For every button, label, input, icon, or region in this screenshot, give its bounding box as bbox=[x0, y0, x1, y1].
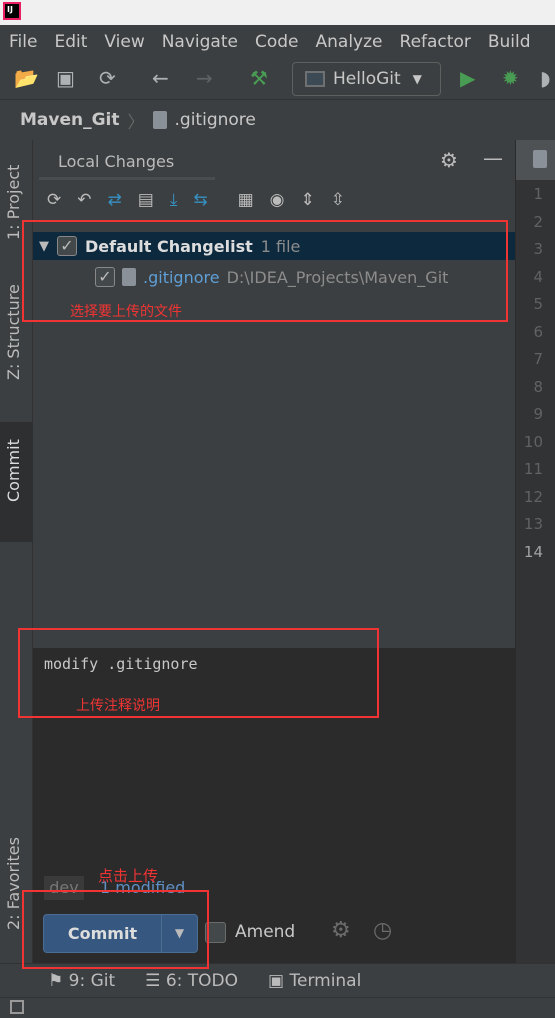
menu-analyze[interactable]: Analyze bbox=[316, 32, 383, 52]
annotation-message-note: 上传注释说明 bbox=[76, 698, 160, 714]
menu-code[interactable]: Code bbox=[255, 32, 299, 52]
shelve-icon[interactable]: ▤ bbox=[138, 190, 154, 210]
run-config-label: HelloGit bbox=[333, 69, 401, 89]
build-hammer-icon[interactable]: ⚒ bbox=[250, 66, 268, 90]
tab-project[interactable]: 1: Project bbox=[4, 165, 23, 240]
ignored-file-icon bbox=[152, 111, 167, 129]
back-arrow-icon[interactable]: ← bbox=[152, 66, 169, 90]
update-icon[interactable]: ⤓ bbox=[170, 190, 178, 210]
breadcrumb-project[interactable]: Maven_Git bbox=[20, 110, 120, 130]
amend-label: Amend bbox=[235, 922, 296, 942]
menu-refactor[interactable]: Refactor bbox=[400, 32, 471, 52]
tab-terminal[interactable]: ▣ Terminal bbox=[268, 971, 361, 991]
application-icon bbox=[305, 71, 325, 87]
line-number: 1 bbox=[533, 185, 543, 203]
tab-structure[interactable]: Z: Structure bbox=[4, 284, 23, 380]
history-clock-icon[interactable]: ◷ bbox=[373, 918, 392, 943]
annotation-click-commit: 点击上传 bbox=[98, 867, 159, 885]
annotation-box-message bbox=[18, 628, 379, 718]
coverage-shield-icon[interactable]: ◗ bbox=[540, 66, 551, 90]
group-by-icon[interactable]: ▦ bbox=[238, 190, 254, 210]
intellij-logo-icon: IJ bbox=[3, 2, 21, 20]
line-number: 13 bbox=[523, 515, 543, 533]
forward-arrow-icon[interactable]: → bbox=[196, 66, 213, 90]
line-number: 8 bbox=[533, 377, 543, 396]
debug-bug-icon[interactable]: ✹ bbox=[502, 66, 519, 90]
chevron-down-icon: ▼ bbox=[412, 72, 422, 86]
tab-todo[interactable]: ☰ 6: TODO bbox=[145, 971, 238, 991]
line-number: 9 bbox=[533, 405, 543, 423]
rollback-icon[interactable]: ↶ bbox=[77, 190, 91, 210]
sync-icon[interactable]: ⟳ bbox=[99, 66, 116, 90]
terminal-icon: ▣ bbox=[268, 970, 290, 991]
line-number: 3 bbox=[533, 240, 543, 258]
menu-navigate[interactable]: Navigate bbox=[162, 32, 238, 52]
list-icon: ☰ bbox=[145, 970, 166, 991]
tab-commit-active[interactable]: Commit bbox=[0, 422, 33, 542]
run-icon[interactable]: ▶ bbox=[460, 66, 475, 90]
tab-git-label: 9: Git bbox=[68, 970, 116, 991]
breadcrumb-file[interactable]: .gitignore bbox=[175, 110, 256, 130]
menu-edit[interactable]: Edit bbox=[54, 32, 87, 52]
tab-terminal-label: Terminal bbox=[289, 970, 362, 991]
editor-gutter: 1 2 3 4 5 6 7 8 9 10 11 12 13 14 bbox=[515, 140, 555, 963]
save-icon[interactable]: ▣ bbox=[56, 66, 75, 90]
view-options-eye-icon[interactable]: ◉ bbox=[270, 190, 285, 210]
line-number: 6 bbox=[533, 322, 543, 341]
status-bar bbox=[0, 997, 555, 1018]
toggle-tool-windows-icon[interactable] bbox=[10, 1000, 24, 1014]
expand-all-icon[interactable]: ⇕ bbox=[300, 190, 314, 210]
line-number: 11 bbox=[523, 460, 543, 478]
open-folder-icon[interactable]: 📂 bbox=[14, 66, 39, 90]
merge-icon[interactable]: ⇆ bbox=[193, 190, 207, 210]
gear-icon[interactable]: ⚙ bbox=[440, 148, 458, 172]
line-number: 7 bbox=[533, 350, 543, 368]
line-number: 4 bbox=[533, 267, 543, 286]
minimize-icon[interactable]: — bbox=[483, 146, 503, 170]
refresh-icon[interactable]: ⟳ bbox=[47, 190, 61, 210]
main-toolbar: 📂 ▣ ⟳ ← → ⚒ ▶ ✹ ◗ bbox=[0, 58, 555, 100]
annotation-select-files: 选择要上传的文件 bbox=[70, 304, 182, 320]
menu-view[interactable]: View bbox=[104, 32, 144, 52]
collapse-all-icon[interactable]: ⇳ bbox=[331, 190, 345, 210]
chevron-right-icon: 〉 bbox=[127, 112, 145, 133]
git-branch-icon: ⚑ bbox=[48, 970, 69, 991]
menu-bar: File Edit View Navigate Code Analyze Ref… bbox=[0, 25, 555, 58]
tab-commit[interactable]: Commit bbox=[4, 439, 23, 502]
tab-todo-label: 6: TODO bbox=[165, 970, 239, 991]
breadcrumb: Maven_Git 〉 .gitignore bbox=[0, 100, 555, 140]
tab-git[interactable]: ⚑ 9: Git bbox=[48, 971, 115, 991]
tab-local-changes[interactable]: Local Changes bbox=[39, 140, 215, 180]
diff-icon[interactable]: ⇄ bbox=[108, 190, 122, 210]
gear-icon[interactable]: ⚙ bbox=[331, 918, 351, 943]
line-number: 14 bbox=[523, 542, 543, 561]
ignored-file-icon bbox=[533, 150, 547, 168]
line-number: 10 bbox=[523, 432, 543, 451]
run-configuration-select[interactable]: HelloGit ▼ bbox=[292, 62, 441, 96]
line-number: 12 bbox=[523, 487, 543, 506]
menu-file[interactable]: File bbox=[9, 32, 37, 52]
editor-tab[interactable] bbox=[516, 140, 555, 180]
line-number: 2 bbox=[533, 212, 543, 231]
line-number: 5 bbox=[533, 295, 543, 313]
annotation-box-commit bbox=[22, 890, 209, 969]
menu-build[interactable]: Build bbox=[488, 32, 531, 52]
tab-favorites[interactable]: 2: Favorites bbox=[4, 837, 23, 930]
title-bar: IJ bbox=[0, 0, 555, 25]
